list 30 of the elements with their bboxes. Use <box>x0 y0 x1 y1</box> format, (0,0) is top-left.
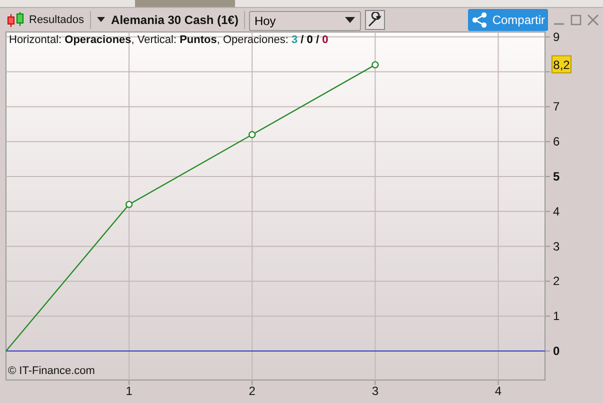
candlestick-icon <box>6 12 26 28</box>
y-tick-label: 0 <box>553 344 560 358</box>
settings-button[interactable] <box>365 10 386 30</box>
x-tick-label: 4 <box>494 384 502 398</box>
y-tick-label: 6 <box>553 134 560 149</box>
data-point <box>248 131 256 138</box>
copyright-text: © IT-Finance.com <box>8 365 95 377</box>
x-tick-label: 1 <box>126 384 132 398</box>
caret-icon <box>345 16 356 22</box>
wrench-icon <box>367 12 384 28</box>
x-tick-label: 2 <box>248 384 256 398</box>
y-tick-label: 1 <box>553 309 560 324</box>
maximize-icon[interactable] <box>570 14 582 26</box>
chart-header-text: Horizontal: Operaciones, Vertical: Puntos, Operaciones: 3 / 0 / 0 <box>9 34 328 46</box>
y-tick-label: 4 <box>553 204 560 218</box>
share-icon <box>471 10 490 28</box>
instrument-dropdown[interactable]: Alemania 30 Cash (1€) <box>95 8 240 30</box>
y-tick-label: 7 <box>553 100 560 114</box>
caret-icon <box>97 17 106 22</box>
y-tick-label: 5 <box>553 170 560 184</box>
last-value-tag: 8,2 <box>552 55 572 74</box>
y-tick-label: 9 <box>553 31 560 44</box>
x-tick-label: 3 <box>372 384 379 398</box>
y-tick-label: 2 <box>553 274 560 288</box>
close-icon[interactable] <box>587 14 599 26</box>
y-tick-label: 3 <box>553 239 560 254</box>
results-button[interactable]: Resultados <box>4 8 86 30</box>
data-point <box>372 61 379 68</box>
period-dropdown[interactable]: Hoy <box>249 10 362 30</box>
data-point <box>125 200 133 208</box>
